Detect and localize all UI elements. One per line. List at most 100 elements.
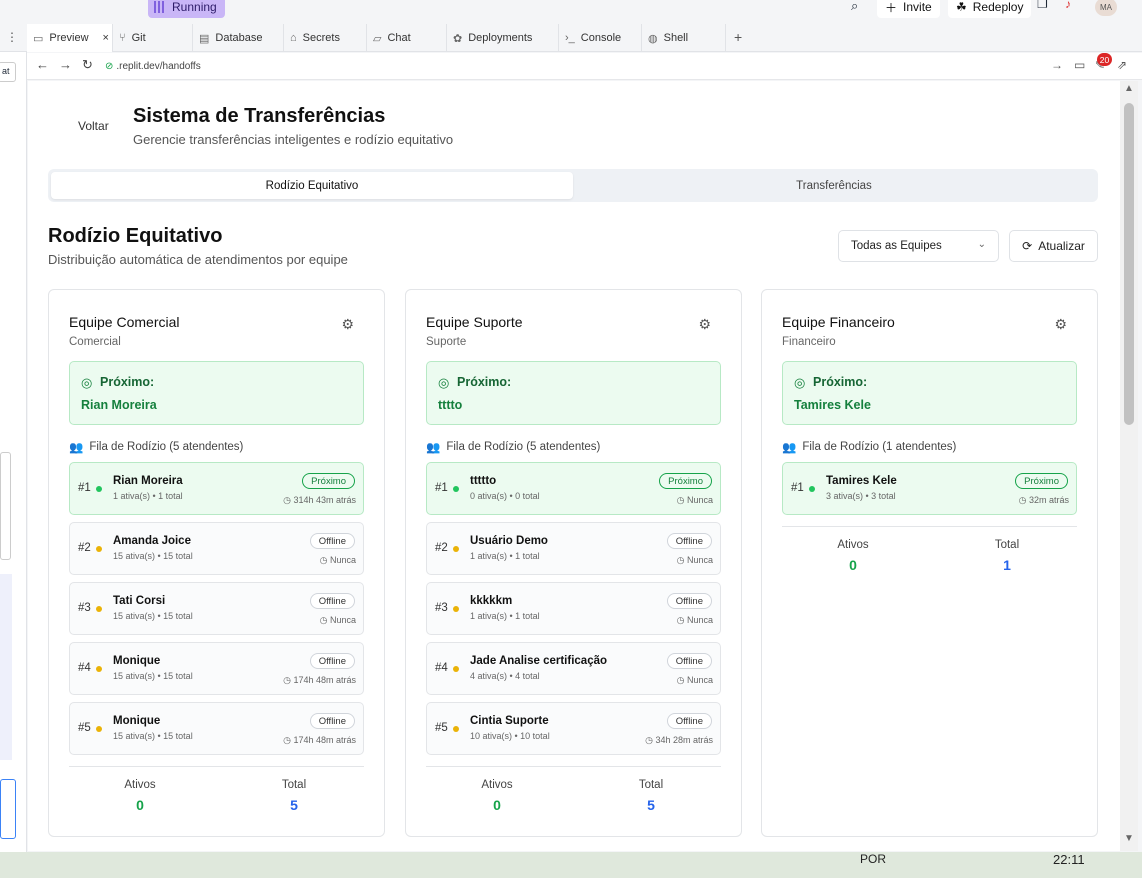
redeploy-label: Redeploy: [972, 0, 1024, 14]
tab-label: Git: [131, 32, 146, 44]
avatar[interactable]: MA: [1095, 0, 1117, 16]
panel-highlight: [0, 574, 12, 760]
queue-row[interactable]: #2 Amanda Joice 15 ativa(s) • 15 total O…: [69, 522, 364, 575]
status-dot: [96, 546, 102, 552]
clock[interactable]: 22:11: [1053, 852, 1085, 867]
agent-stats: 4 ativa(s) • 4 total: [470, 671, 540, 681]
tab-database[interactable]: ▤ Database: [193, 24, 284, 52]
queue-position: #2: [78, 542, 91, 554]
queue-title: Fila de Rodízio (5 atendentes): [446, 441, 601, 453]
queue-row[interactable]: #1 ttttto 0 ativa(s) • 0 total Próximo ◷…: [426, 462, 721, 515]
gear-icon[interactable]: ⚙: [698, 316, 711, 333]
windows-icon[interactable]: ❐: [1037, 0, 1048, 11]
bell-icon[interactable]: ♪: [1065, 0, 1071, 11]
team-card: Equipe Financeiro Financeiro ⚙ ◎ Próximo: …: [761, 289, 1098, 837]
go-arrow-icon[interactable]: →: [1051, 58, 1063, 72]
refresh-button[interactable]: ⟳ Atualizar: [1009, 230, 1098, 262]
tab-preview[interactable]: ▭ Preview ×: [27, 24, 113, 52]
queue-row[interactable]: #1 Rian Moreira 1 ativa(s) • 1 total Pró…: [69, 462, 364, 515]
tab-transferencias[interactable]: Transferências: [573, 172, 1095, 199]
more-vertical-icon[interactable]: ⋮: [6, 30, 18, 44]
open-external-icon[interactable]: ⇗: [1117, 58, 1127, 72]
url-text: .replit.dev/handoffs: [116, 61, 201, 72]
agent-name: Cintia Suporte: [470, 715, 549, 727]
terminal-icon: ›_: [565, 32, 575, 44]
invite-button[interactable]: ＋ Invite: [877, 0, 940, 18]
tab-deployments[interactable]: ✿ Deployments: [447, 24, 559, 52]
queue-row[interactable]: #3 Tati Corsi 15 ativa(s) • 15 total Off…: [69, 582, 364, 635]
devices-icon[interactable]: ▭: [1074, 58, 1085, 72]
scroll-up-icon[interactable]: ▲: [1124, 83, 1134, 94]
last-assigned-text: 174h 48m atrás: [293, 735, 356, 745]
link-icon: ⊘: [105, 61, 114, 72]
stat-value: 0: [493, 797, 501, 813]
queue-row[interactable]: #5 Monique 15 ativa(s) • 15 total Offlin…: [69, 702, 364, 755]
url-field[interactable]: ⊘ .replit.dev/handoffs: [105, 58, 201, 75]
scroll-down-icon[interactable]: ▼: [1124, 833, 1134, 844]
tab-chat[interactable]: ▱ Chat: [367, 24, 447, 52]
running-status[interactable]: Running: [148, 0, 225, 18]
last-assigned-text: Nunca: [686, 615, 713, 625]
tab-git[interactable]: ⑂ Git: [113, 24, 193, 52]
queue-row[interactable]: #4 Jade Analise certificação 4 ativa(s) …: [426, 642, 721, 695]
queue-title: Fila de Rodízio (5 atendentes): [89, 441, 244, 453]
agent-stats: 0 ativa(s) • 0 total: [470, 491, 540, 501]
forward-arrow-icon[interactable]: →: [59, 57, 72, 72]
queue-row[interactable]: #3 kkkkkm 1 ativa(s) • 1 total Offline ◷…: [426, 582, 721, 635]
tab-console[interactable]: ›_ Console: [559, 24, 642, 52]
status-badge: Próximo: [302, 473, 355, 489]
reload-icon[interactable]: ↻: [82, 57, 93, 73]
divider: [426, 766, 721, 767]
app-page: Voltar Sistema de Transferências Gerenci…: [28, 81, 1120, 851]
git-icon: ⑂: [119, 32, 126, 44]
search-icon[interactable]: ⌕: [851, 0, 858, 14]
stat-label: Ativos: [124, 779, 156, 791]
clock-icon: ◷: [676, 555, 687, 565]
stat-value: 0: [849, 557, 857, 573]
status-badge: Offline: [309, 653, 355, 669]
agent-name: Monique: [113, 715, 161, 727]
agent-name: Amanda Joice: [113, 535, 191, 547]
last-assigned: ◷ 174h 48m atrás: [283, 675, 356, 686]
queue-row[interactable]: #5 Cintia Suporte 10 ativa(s) • 10 total…: [426, 702, 721, 755]
scrollbar-thumb[interactable]: [1124, 103, 1134, 425]
stat-active: Ativos 0: [803, 539, 903, 573]
team-select[interactable]: Todas as Equipes ⌄: [838, 230, 999, 262]
status-dot: [96, 606, 102, 612]
status-badge: Offline: [666, 713, 712, 729]
close-icon[interactable]: ×: [103, 32, 109, 44]
agent-stats: 10 ativa(s) • 10 total: [470, 731, 550, 741]
last-assigned-text: Nunca: [686, 555, 713, 565]
language-indicator[interactable]: POR: [860, 852, 886, 866]
tab-rodizio[interactable]: Rodízio Equitativo: [51, 172, 573, 199]
status-badge: Offline: [666, 653, 712, 669]
queue-row[interactable]: #2 Usuário Demo 1 ativa(s) • 1 total Off…: [426, 522, 721, 575]
deploy-icon: ✿: [453, 32, 463, 45]
tab-secrets[interactable]: ⌂ Secrets: [284, 24, 367, 52]
status-dot: [453, 726, 459, 732]
redeploy-button[interactable]: ☘ Redeploy: [948, 0, 1032, 18]
panel-input[interactable]: [0, 779, 16, 839]
queue-row[interactable]: #1 Tamires Kele 3 ativa(s) • 3 total Pró…: [782, 462, 1077, 515]
back-button[interactable]: Voltar: [78, 119, 109, 133]
apps-grid-icon: [154, 1, 166, 13]
status-badge: Próximo: [659, 473, 712, 489]
gear-icon[interactable]: ⚙: [1054, 316, 1067, 333]
queue-position: #2: [435, 542, 448, 554]
gear-icon[interactable]: ⚙: [341, 316, 354, 333]
tab-shell[interactable]: ◍ Shell: [642, 24, 726, 52]
page-subtitle: Gerencie transferências inteligentes e r…: [133, 132, 454, 147]
stat-value: 5: [647, 797, 655, 813]
agent-stats: 15 ativa(s) • 15 total: [113, 671, 193, 681]
panel-button[interactable]: at: [0, 62, 16, 82]
last-assigned: ◷ 174h 48m atrás: [283, 735, 356, 746]
clock-icon: ◷: [645, 735, 656, 745]
queue-row[interactable]: #4 Monique 15 ativa(s) • 15 total Offlin…: [69, 642, 364, 695]
new-tab-icon[interactable]: +: [734, 29, 742, 45]
status-dot: [809, 486, 815, 492]
back-arrow-icon[interactable]: ←: [36, 57, 49, 72]
next-label: Próximo:: [457, 375, 512, 389]
clock-icon: ◷: [676, 675, 687, 685]
users-icon: 👥: [426, 442, 441, 454]
page-scrollbar[interactable]: ▲ ▼: [1120, 81, 1138, 851]
